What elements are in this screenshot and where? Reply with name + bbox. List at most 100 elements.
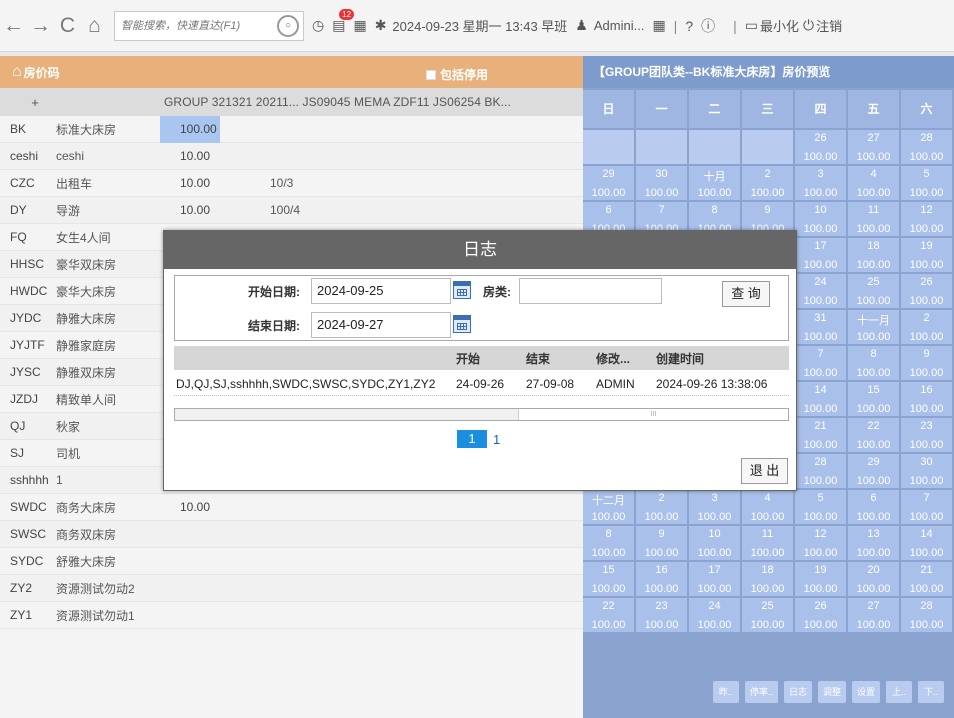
calendar-day[interactable]: 14 100.00 — [795, 382, 846, 416]
rate-price[interactable] — [160, 575, 220, 602]
current-page[interactable]: 1 — [457, 430, 487, 448]
back-arrow-icon[interactable]: ← — [0, 0, 27, 52]
calendar-day[interactable]: 23 100.00 — [901, 418, 952, 452]
home-icon[interactable]: ⌂ — [81, 0, 108, 52]
calendar-day[interactable]: 25 100.00 — [848, 274, 899, 308]
search-input[interactable] — [121, 19, 271, 32]
start-calendar-icon[interactable] — [453, 281, 471, 299]
calendar-day[interactable]: 23 100.00 — [636, 598, 687, 632]
power-icon[interactable]: ⏻ — [803, 17, 814, 34]
end-date-input[interactable]: 2024-09-27 — [311, 312, 451, 338]
calendar-day[interactable]: 28 100.00 — [795, 454, 846, 488]
minimize-link[interactable]: 最小化 — [760, 16, 799, 35]
calendar-day[interactable]: 16 100.00 — [901, 382, 952, 416]
calendar-day[interactable]: 17 100.00 — [689, 562, 740, 596]
calendar-day[interactable]: 19 100.00 — [795, 562, 846, 596]
total-pages[interactable]: 1 — [493, 432, 500, 447]
end-calendar-icon[interactable] — [453, 315, 471, 333]
calendar-day[interactable]: 30 100.00 — [901, 454, 952, 488]
calendar-day[interactable]: 24 100.00 — [795, 274, 846, 308]
calendar-day[interactable]: 22 100.00 — [583, 598, 634, 632]
table-row[interactable]: CZC 出租车 10.00 10/3 — [0, 170, 583, 197]
calendar-action-button[interactable]: 下.. — [918, 681, 944, 703]
calendar-day[interactable]: 28 100.00 — [901, 598, 952, 632]
rate-price[interactable]: 10.00 — [160, 143, 220, 170]
calendar-day[interactable]: 22 100.00 — [848, 418, 899, 452]
calendar-day[interactable]: 6 100.00 — [848, 490, 899, 524]
search-icon[interactable]: ○ — [277, 14, 299, 37]
calendar-day[interactable] — [636, 130, 687, 164]
calendar-day[interactable] — [689, 130, 740, 164]
calendar-day[interactable] — [583, 130, 634, 164]
save-icon[interactable]: ▦ — [353, 17, 366, 34]
rate-price[interactable]: 10.00 — [160, 170, 220, 197]
calendar-day[interactable]: 31 100.00 — [795, 310, 846, 344]
table-row[interactable]: ceshi ceshi 10.00 — [0, 143, 583, 170]
message-icon[interactable]: ▤ 12 — [332, 9, 355, 34]
calendar-action-button[interactable]: 日志 — [783, 681, 812, 703]
rate-price[interactable]: 100.00 — [160, 115, 220, 143]
help-icon[interactable]: ? — [685, 18, 693, 34]
grid-icon[interactable]: ▦ — [652, 17, 665, 34]
logout-link[interactable]: 注销 — [816, 16, 842, 35]
calendar-day[interactable]: 15 100.00 — [848, 382, 899, 416]
calendar-day[interactable]: 29 100.00 — [848, 454, 899, 488]
calendar-day[interactable]: 3 100.00 — [795, 166, 846, 200]
calendar-day[interactable]: 11 100.00 — [848, 202, 899, 236]
calendar-day[interactable]: 14 100.00 — [901, 526, 952, 560]
include-disabled-checkbox[interactable]: 包括停用 — [426, 66, 488, 83]
calendar-day[interactable]: 27 100.00 — [848, 130, 899, 164]
calendar-day[interactable]: 12 100.00 — [901, 202, 952, 236]
rate-price[interactable] — [160, 521, 220, 548]
calendar-day[interactable] — [742, 130, 793, 164]
calendar-day[interactable]: 十一月 100.00 — [848, 310, 899, 344]
settings-icon[interactable]: ✱ — [375, 17, 387, 34]
refresh-icon[interactable]: C — [54, 0, 81, 52]
calendar-day[interactable]: 26 100.00 — [795, 130, 846, 164]
user-name[interactable]: Admini... — [594, 18, 645, 33]
scrollbar-thumb[interactable]: III — [518, 409, 788, 420]
calendar-day[interactable]: 21 100.00 — [901, 562, 952, 596]
window-icon[interactable]: ▭ — [745, 17, 758, 34]
calendar-day[interactable]: 12 100.00 — [795, 526, 846, 560]
calendar-day[interactable]: 27 100.00 — [848, 598, 899, 632]
calendar-day[interactable]: 5 100.00 — [795, 490, 846, 524]
room-type-input[interactable] — [519, 278, 662, 304]
calendar-day[interactable]: 9 100.00 — [636, 526, 687, 560]
add-rate-button[interactable]: + — [0, 95, 70, 110]
calendar-day[interactable]: 2 100.00 — [901, 310, 952, 344]
calendar-action-button[interactable]: 调整 — [817, 681, 846, 703]
calendar-day[interactable]: 17 100.00 — [795, 238, 846, 272]
start-date-input[interactable]: 2024-09-25 — [311, 278, 451, 304]
query-button[interactable]: 查 询 — [722, 281, 770, 307]
calendar-day[interactable]: 25 100.00 — [742, 598, 793, 632]
calendar-day[interactable]: 7 100.00 — [795, 346, 846, 380]
calendar-day[interactable]: 10 100.00 — [689, 526, 740, 560]
calendar-action-button[interactable]: 昨.. — [712, 681, 739, 703]
calendar-day[interactable]: 29 100.00 — [583, 166, 634, 200]
table-row[interactable]: SYDC 舒雅大床房 — [0, 548, 583, 575]
calendar-day[interactable]: 24 100.00 — [689, 598, 740, 632]
calendar-day[interactable]: 8 100.00 — [583, 526, 634, 560]
calendar-day[interactable]: 28 100.00 — [901, 130, 952, 164]
rate-price[interactable]: 10.00 — [160, 494, 220, 521]
rate-price[interactable]: 10.00 — [160, 197, 220, 224]
table-row[interactable]: ZY1 资源测试勿动1 — [0, 602, 583, 629]
calendar-day[interactable]: 11 100.00 — [742, 526, 793, 560]
calendar-day[interactable]: 9 100.00 — [901, 346, 952, 380]
table-row[interactable]: ZY2 资源测试勿动2 — [0, 575, 583, 602]
table-row[interactable]: SWSC 商务双床房 — [0, 521, 583, 548]
calendar-action-button[interactable]: 设置 — [851, 681, 880, 703]
info-icon[interactable]: ⓘ — [701, 16, 715, 36]
calendar-day[interactable]: 2 100.00 — [742, 166, 793, 200]
table-row[interactable]: DY 导游 10.00 100/4 — [0, 197, 583, 224]
forward-arrow-icon[interactable]: → — [27, 0, 54, 52]
calendar-day[interactable]: 4 100.00 — [848, 166, 899, 200]
calendar-action-button[interactable]: 上.. — [886, 681, 912, 703]
rate-price[interactable] — [160, 548, 220, 575]
calendar-day[interactable]: 5 100.00 — [901, 166, 952, 200]
checkbox-icon[interactable] — [426, 69, 436, 80]
calendar-day[interactable]: 13 100.00 — [848, 526, 899, 560]
clock-icon[interactable]: ◷ — [312, 17, 324, 34]
calendar-day[interactable]: 20 100.00 — [848, 562, 899, 596]
